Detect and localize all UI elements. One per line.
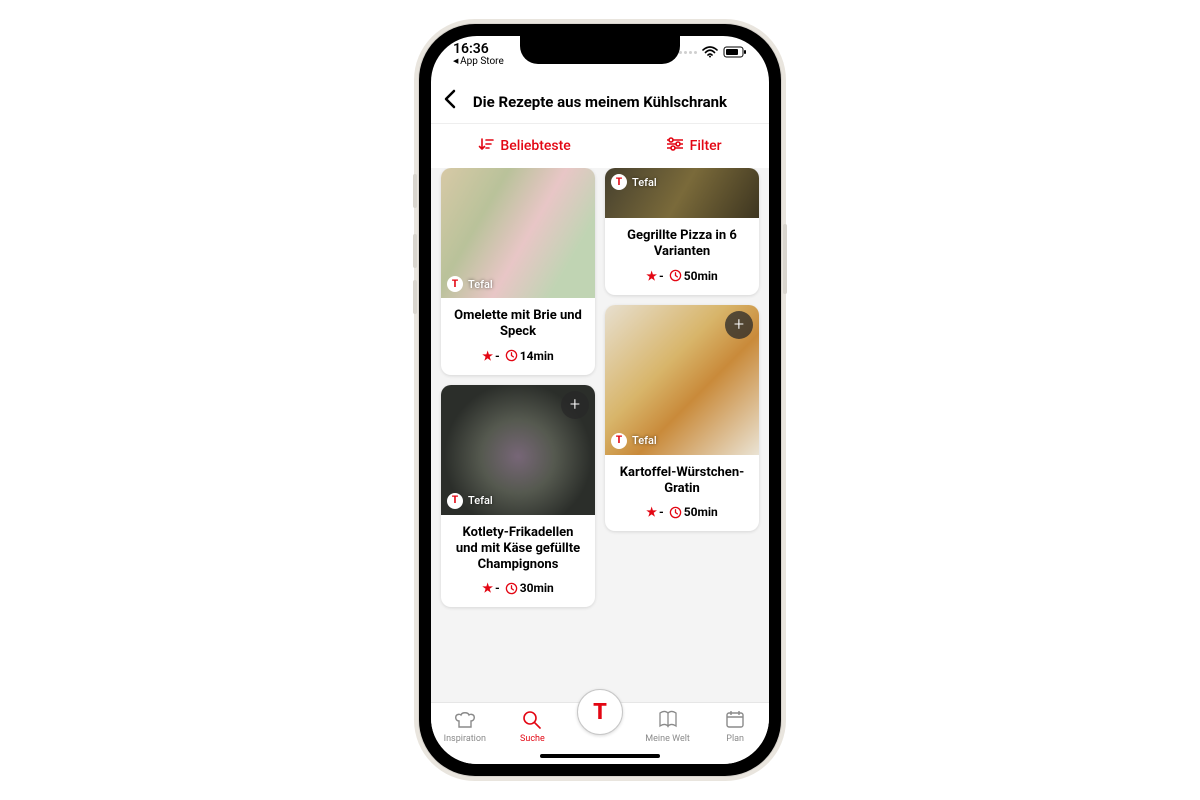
recipe-image: + T Tefal xyxy=(441,385,595,515)
filter-label: Filter xyxy=(690,138,722,154)
cellular-dots-icon xyxy=(679,51,697,54)
recipe-rating: - xyxy=(495,581,500,595)
recipe-image: T Tefal xyxy=(441,168,595,298)
filter-button[interactable]: Filter xyxy=(666,137,722,155)
brand-name: Tefal xyxy=(632,434,657,447)
star-icon: ★ xyxy=(646,505,657,519)
page-header: Die Rezepte aus meinem Kühlschrank xyxy=(431,80,769,124)
star-icon: ★ xyxy=(482,349,493,363)
recipe-rating: - xyxy=(659,269,664,283)
recipe-grid[interactable]: T Tefal Omelette mit Brie und Speck ★ - … xyxy=(431,168,769,702)
recipe-image: T Tefal xyxy=(605,168,759,218)
brand-logo-icon: T xyxy=(447,276,463,292)
back-button[interactable] xyxy=(443,89,467,114)
brand-name: Tefal xyxy=(632,176,657,189)
star-icon: ★ xyxy=(646,269,657,283)
recipe-meta: ★ - 30min xyxy=(451,581,585,595)
recipe-title: Kartoffel-Würstchen-Gratin xyxy=(615,465,749,498)
tab-label: Suche xyxy=(520,734,545,744)
search-icon xyxy=(521,709,543,732)
recipe-meta: ★ - 50min xyxy=(615,269,749,283)
recipe-card[interactable]: T Tefal Gegrillte Pizza in 6 Varianten ★… xyxy=(605,168,759,295)
tab-inspiration[interactable]: Inspiration xyxy=(431,709,499,744)
recipe-rating: - xyxy=(659,505,664,519)
sort-filter-row: Beliebteste Filter xyxy=(431,124,769,168)
notch xyxy=(520,36,680,64)
recipe-time: 14min xyxy=(520,349,554,363)
battery-icon xyxy=(723,46,747,58)
recipe-meta: ★ - 50min xyxy=(615,505,749,519)
sort-button[interactable]: Beliebteste xyxy=(478,137,570,155)
recipe-rating: - xyxy=(495,349,500,363)
tab-bar: Inspiration Suche T Meine Welt xyxy=(431,702,769,764)
back-to-app[interactable]: App Store xyxy=(453,57,504,67)
status-time: 16:36 xyxy=(453,42,504,56)
recipe-title: Omelette mit Brie und Speck xyxy=(451,308,585,341)
recipe-title: Gegrillte Pizza in 6 Varianten xyxy=(615,228,749,261)
tab-meine-welt[interactable]: Meine Welt xyxy=(634,709,702,744)
brand-button-icon: T xyxy=(577,689,623,735)
page-title: Die Rezepte aus meinem Kühlschrank xyxy=(467,93,757,111)
brand-badge: T Tefal xyxy=(447,276,493,292)
calendar-icon xyxy=(724,709,746,732)
sliders-icon xyxy=(666,137,684,155)
tab-plan[interactable]: Plan xyxy=(701,709,769,744)
brand-logo-icon: T xyxy=(611,433,627,449)
tab-search[interactable]: Suche xyxy=(499,709,567,744)
recipe-title: Kotlety-Frikadellen und mit Käse gefüllt… xyxy=(451,525,585,574)
sort-icon xyxy=(478,137,494,155)
recipe-card[interactable]: T Tefal Omelette mit Brie und Speck ★ - … xyxy=(441,168,595,375)
add-recipe-button[interactable]: + xyxy=(725,311,753,339)
recipe-card[interactable]: + T Tefal Kotlety-Frikadellen und mit Kä… xyxy=(441,385,595,608)
home-indicator[interactable] xyxy=(540,754,660,758)
recipe-time: 50min xyxy=(684,505,718,519)
screen: 16:36 App Store Die Rezepte aus meinem K… xyxy=(431,36,769,764)
tab-label: Plan xyxy=(726,734,744,744)
tab-center[interactable]: T xyxy=(566,689,634,735)
clock-icon xyxy=(669,506,682,519)
recipe-meta: ★ - 14min xyxy=(451,349,585,363)
brand-badge: T Tefal xyxy=(611,433,657,449)
clock-icon xyxy=(505,349,518,362)
tab-label: Inspiration xyxy=(444,734,486,744)
book-icon xyxy=(657,709,679,732)
brand-logo-icon: T xyxy=(611,174,627,190)
sort-label: Beliebteste xyxy=(500,138,570,154)
star-icon: ★ xyxy=(482,581,493,595)
recipe-image: + T Tefal xyxy=(605,305,759,455)
phone-frame: 16:36 App Store Die Rezepte aus meinem K… xyxy=(419,24,781,776)
brand-name: Tefal xyxy=(468,278,493,291)
brand-badge: T Tefal xyxy=(611,174,657,190)
recipe-card[interactable]: + T Tefal Kartoffel-Würstchen-Gratin ★ - xyxy=(605,305,759,532)
clock-icon xyxy=(505,582,518,595)
chef-hat-icon xyxy=(454,709,476,732)
brand-name: Tefal xyxy=(468,494,493,507)
wifi-icon xyxy=(702,46,718,58)
brand-badge: T Tefal xyxy=(447,493,493,509)
add-recipe-button[interactable]: + xyxy=(561,391,589,419)
brand-logo-icon: T xyxy=(447,493,463,509)
tab-label: Meine Welt xyxy=(645,734,690,744)
recipe-time: 30min xyxy=(520,581,554,595)
clock-icon xyxy=(669,269,682,282)
recipe-time: 50min xyxy=(684,269,718,283)
